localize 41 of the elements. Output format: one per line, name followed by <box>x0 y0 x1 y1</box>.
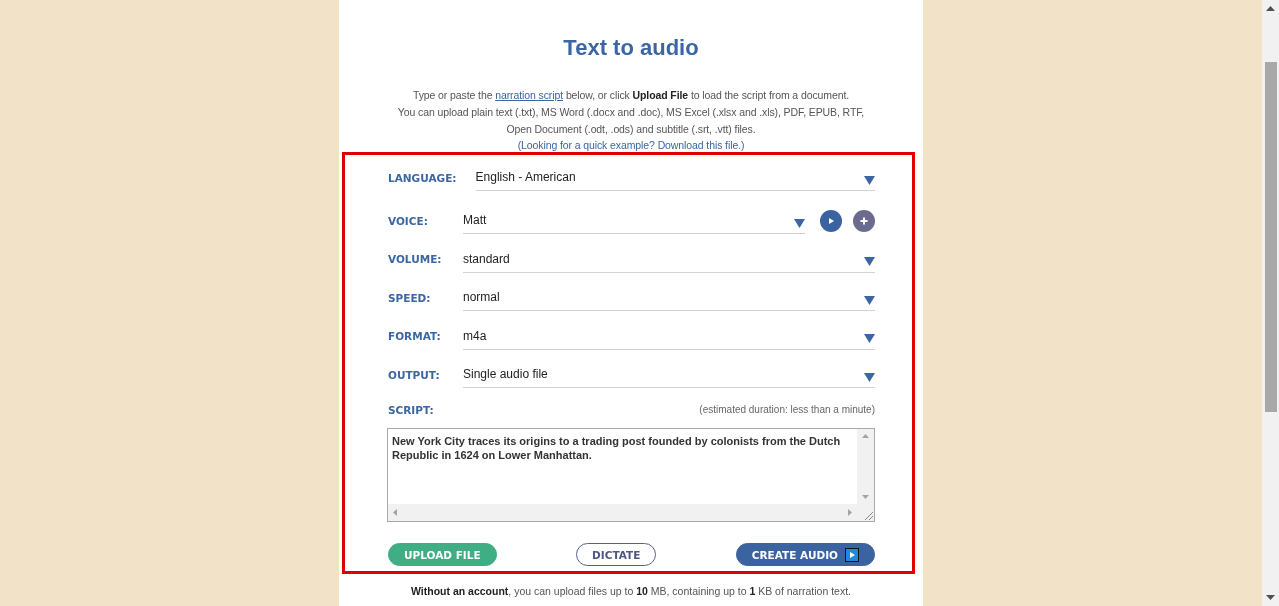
dropdown-arrow-icon <box>864 175 875 185</box>
scrollbar-thumb[interactable] <box>1265 62 1277 412</box>
scroll-left-icon[interactable] <box>393 509 397 516</box>
dropdown-field[interactable]: m4a <box>463 322 875 350</box>
intro-text: Type or paste the narration script below, or click Upload File to load the script from a document. You can upload plain text (.txt), MS Word (.docx and .doc), MS Excel (.xlsx and .xls), PDF, EPUB, RTF, Open Document (.odt, .ods) and subtitle (.srt, .vtt) files. <box>397 88 865 137</box>
horizontal-scrollbar[interactable] <box>388 504 857 521</box>
field-label: LANGUAGE: <box>388 170 457 185</box>
script-textarea[interactable]: New York City traces its origins to a trading post founded by colonists from the Dutch Republic in 1624 on Lower Manhattan. <box>387 428 875 522</box>
field-label: VOLUME: <box>388 252 443 266</box>
dropdown-field[interactable]: Single audio file <box>463 361 875 388</box>
dropdown-arrow-icon <box>864 334 875 343</box>
dropdown-arrow-icon <box>794 218 805 228</box>
scroll-up-icon[interactable] <box>1266 6 1275 11</box>
duration-note: (estimated duration: less than a minute) <box>699 403 875 417</box>
narration-script-link[interactable]: narration script <box>495 89 564 101</box>
field-label: FORMAT: <box>388 329 442 343</box>
dropdown-field[interactable]: normal <box>463 284 875 311</box>
example-link[interactable]: (Looking for a quick example? Download this file.) <box>517 138 745 152</box>
play-icon <box>827 216 835 225</box>
dropdown-arrow-icon <box>864 295 875 305</box>
account-limits-text: Without an account, you can upload files up to 10 MB, containing up to 1 KB of narration text. <box>411 584 851 599</box>
page-scrollbar[interactable] <box>1262 0 1279 606</box>
play-button[interactable] <box>820 209 842 232</box>
field-label: OUTPUT: <box>388 367 441 382</box>
plus-icon <box>860 216 868 225</box>
dictate-button[interactable]: DICTATE <box>576 543 657 566</box>
resize-grip-icon[interactable] <box>864 511 874 521</box>
scroll-down-icon[interactable] <box>1266 595 1275 600</box>
dropdown-field[interactable]: Matt <box>463 207 805 234</box>
field-label: VOICE: <box>388 213 429 228</box>
dropdown-arrow-icon <box>864 257 875 266</box>
scroll-right-icon[interactable] <box>848 509 852 516</box>
play-icon <box>845 547 859 562</box>
dropdown-field[interactable]: standard <box>463 245 875 273</box>
page-title: Text to audio <box>563 34 699 62</box>
add-button[interactable] <box>853 209 875 232</box>
create-audio-button[interactable]: CREATE AUDIO <box>735 543 875 566</box>
dropdown-arrow-icon <box>864 372 875 382</box>
field-label: SPEED: <box>388 290 432 305</box>
dropdown-field[interactable]: English - American <box>475 164 875 191</box>
field-label: SCRIPT: <box>388 403 435 417</box>
